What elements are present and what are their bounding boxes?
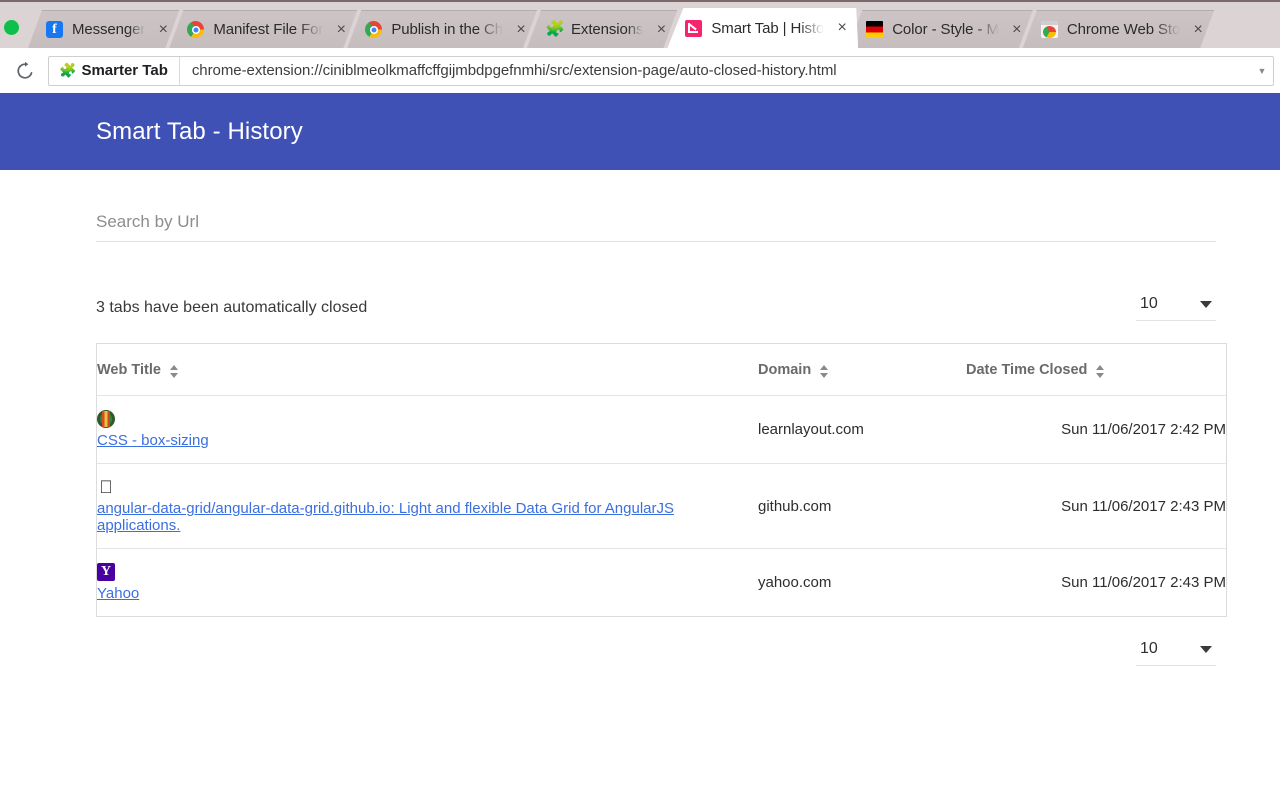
cell-date-time-closed: Sun 11/06/2017 2:43 PM (966, 463, 1226, 549)
puzzle-icon: 🧩 (59, 62, 77, 78)
table-row:  angular-data-grid/angular-data-grid.gi… (97, 463, 1226, 549)
tab-title: Manifest File For (213, 21, 324, 38)
tab-title: Color - Style - M (892, 21, 999, 38)
footer-row: 10 (96, 640, 1216, 666)
cell-date-time-closed: Sun 11/06/2017 2:42 PM (966, 395, 1226, 464)
messenger-icon: f (46, 21, 63, 38)
chrome-icon (187, 21, 204, 38)
tab-title: Chrome Web Sto (1066, 21, 1181, 38)
tab-title: Publish in the Ch (391, 21, 504, 38)
smart-tab-icon (685, 20, 702, 37)
extension-name: Smarter Tab (81, 62, 168, 79)
browser-tab-smart-tab-history[interactable]: Smart Tab | Histo × (667, 8, 858, 48)
close-icon[interactable]: × (333, 22, 349, 38)
sort-icon[interactable] (1096, 364, 1105, 378)
page-title: Smart Tab - History (96, 117, 303, 145)
cell-date-time-closed: Sun 11/06/2017 2:43 PM (1061, 574, 1226, 591)
extension-origin-badge: 🧩 Smarter Tab (49, 56, 180, 85)
tab-title: Smart Tab | Histo (711, 19, 825, 37)
summary-row: 3 tabs have been automatically closed 10 (96, 295, 1216, 321)
close-icon[interactable]: × (513, 22, 529, 38)
table-header-row: Web Title Domain Date Time Closed (97, 344, 1226, 396)
page-size-value: 10 (1140, 295, 1158, 312)
close-icon[interactable]: × (155, 22, 171, 38)
chevron-down-icon (1200, 645, 1212, 653)
column-label: Web Title (97, 362, 161, 378)
table-body: CSS - box-sizing learnlayout.com Sun 11/… (97, 395, 1226, 617)
address-bar: 🧩 Smarter Tab chrome-extension://ciniblm… (0, 48, 1280, 93)
closed-tabs-summary: 3 tabs have been automatically closed (96, 299, 368, 316)
search-input[interactable] (96, 212, 1216, 232)
page-content: 3 tabs have been automatically closed 10… (0, 212, 1280, 666)
column-header-date-time-closed[interactable]: Date Time Closed (966, 344, 1226, 396)
browser-tab-chrome-web-store[interactable]: Chrome Web Sto × (1023, 10, 1214, 48)
learnlayout-icon (97, 410, 115, 428)
cell-web-title: CSS - box-sizing (97, 395, 758, 464)
cell-domain: learnlayout.com (758, 395, 966, 464)
chevron-down-icon[interactable]: ▼ (1251, 66, 1273, 76)
close-icon[interactable]: × (653, 22, 669, 38)
cell-domain: yahoo.com (758, 574, 832, 591)
cell-web-title: Y Yahoo (97, 549, 758, 617)
app-header: Smart Tab - History (0, 93, 1280, 170)
tab-strip: f Messenger × Manifest File For × Publis… (0, 0, 1280, 48)
browser-tab-publish-in-the-chrome[interactable]: Publish in the Ch × (347, 10, 537, 48)
partial-tab-favicon (4, 20, 19, 35)
yahoo-icon: Y (97, 563, 115, 581)
close-icon[interactable]: × (1190, 22, 1206, 38)
chrome-icon (365, 21, 382, 38)
page-size-value: 10 (1140, 640, 1158, 657)
puzzle-icon: 🧩 (545, 21, 565, 38)
reload-icon[interactable] (8, 54, 42, 88)
tab-title: Extensions (571, 21, 644, 38)
column-label: Date Time Closed (966, 362, 1088, 378)
browser-tab-extensions[interactable]: 🧩 Extensions × (527, 10, 677, 48)
omnibox[interactable]: 🧩 Smarter Tab chrome-extension://ciniblm… (48, 55, 1274, 86)
tab-title: Messenger (72, 21, 146, 38)
browser-tab-color-style[interactable]: Color - Style - M × (848, 10, 1033, 48)
browser-tab-messenger[interactable]: f Messenger × (28, 10, 179, 48)
history-link[interactable]: Yahoo (97, 585, 139, 602)
germany-flag-icon (866, 21, 883, 38)
close-icon[interactable]: × (834, 20, 850, 36)
table-head: Web Title Domain Date Time Closed (97, 344, 1226, 396)
github-icon:  (97, 478, 115, 496)
column-header-domain[interactable]: Domain (758, 344, 966, 396)
chrome-webstore-icon (1041, 21, 1058, 38)
page-size-select-top[interactable]: 10 (1136, 295, 1216, 321)
sort-icon[interactable] (169, 364, 179, 378)
cell-domain: github.com (758, 463, 966, 549)
extension-page: Smart Tab - History 3 tabs have been aut… (0, 93, 1280, 800)
history-table-card: Web Title Domain Date Time Closed CSS - … (96, 343, 1227, 617)
browser-tab-manifest-file-format[interactable]: Manifest File For × (169, 10, 357, 48)
sort-icon[interactable] (820, 364, 829, 378)
tab-strip-leading (0, 2, 28, 48)
table-row: CSS - box-sizing learnlayout.com Sun 11/… (97, 395, 1226, 464)
page-size-select-bottom[interactable]: 10 (1136, 640, 1216, 666)
column-header-web-title[interactable]: Web Title (97, 344, 758, 396)
close-icon[interactable]: × (1009, 22, 1025, 38)
column-label: Domain (758, 362, 812, 378)
url-text[interactable]: chrome-extension://ciniblmeolkmaffcffgij… (180, 62, 1251, 79)
search-field-wrapper (96, 212, 1216, 242)
cell-web-title:  angular-data-grid/angular-data-grid.gi… (97, 463, 758, 549)
table-row: Y Yahoo yahoo.com Sun 11/06/2017 2:43 PM (97, 549, 1226, 617)
browser-chrome: f Messenger × Manifest File For × Publis… (0, 0, 1280, 93)
chevron-down-icon (1200, 300, 1212, 308)
history-link[interactable]: angular-data-grid/angular-data-grid.gith… (97, 500, 758, 534)
history-link[interactable]: CSS - box-sizing (97, 432, 209, 449)
history-table: Web Title Domain Date Time Closed CSS - … (97, 344, 1226, 616)
